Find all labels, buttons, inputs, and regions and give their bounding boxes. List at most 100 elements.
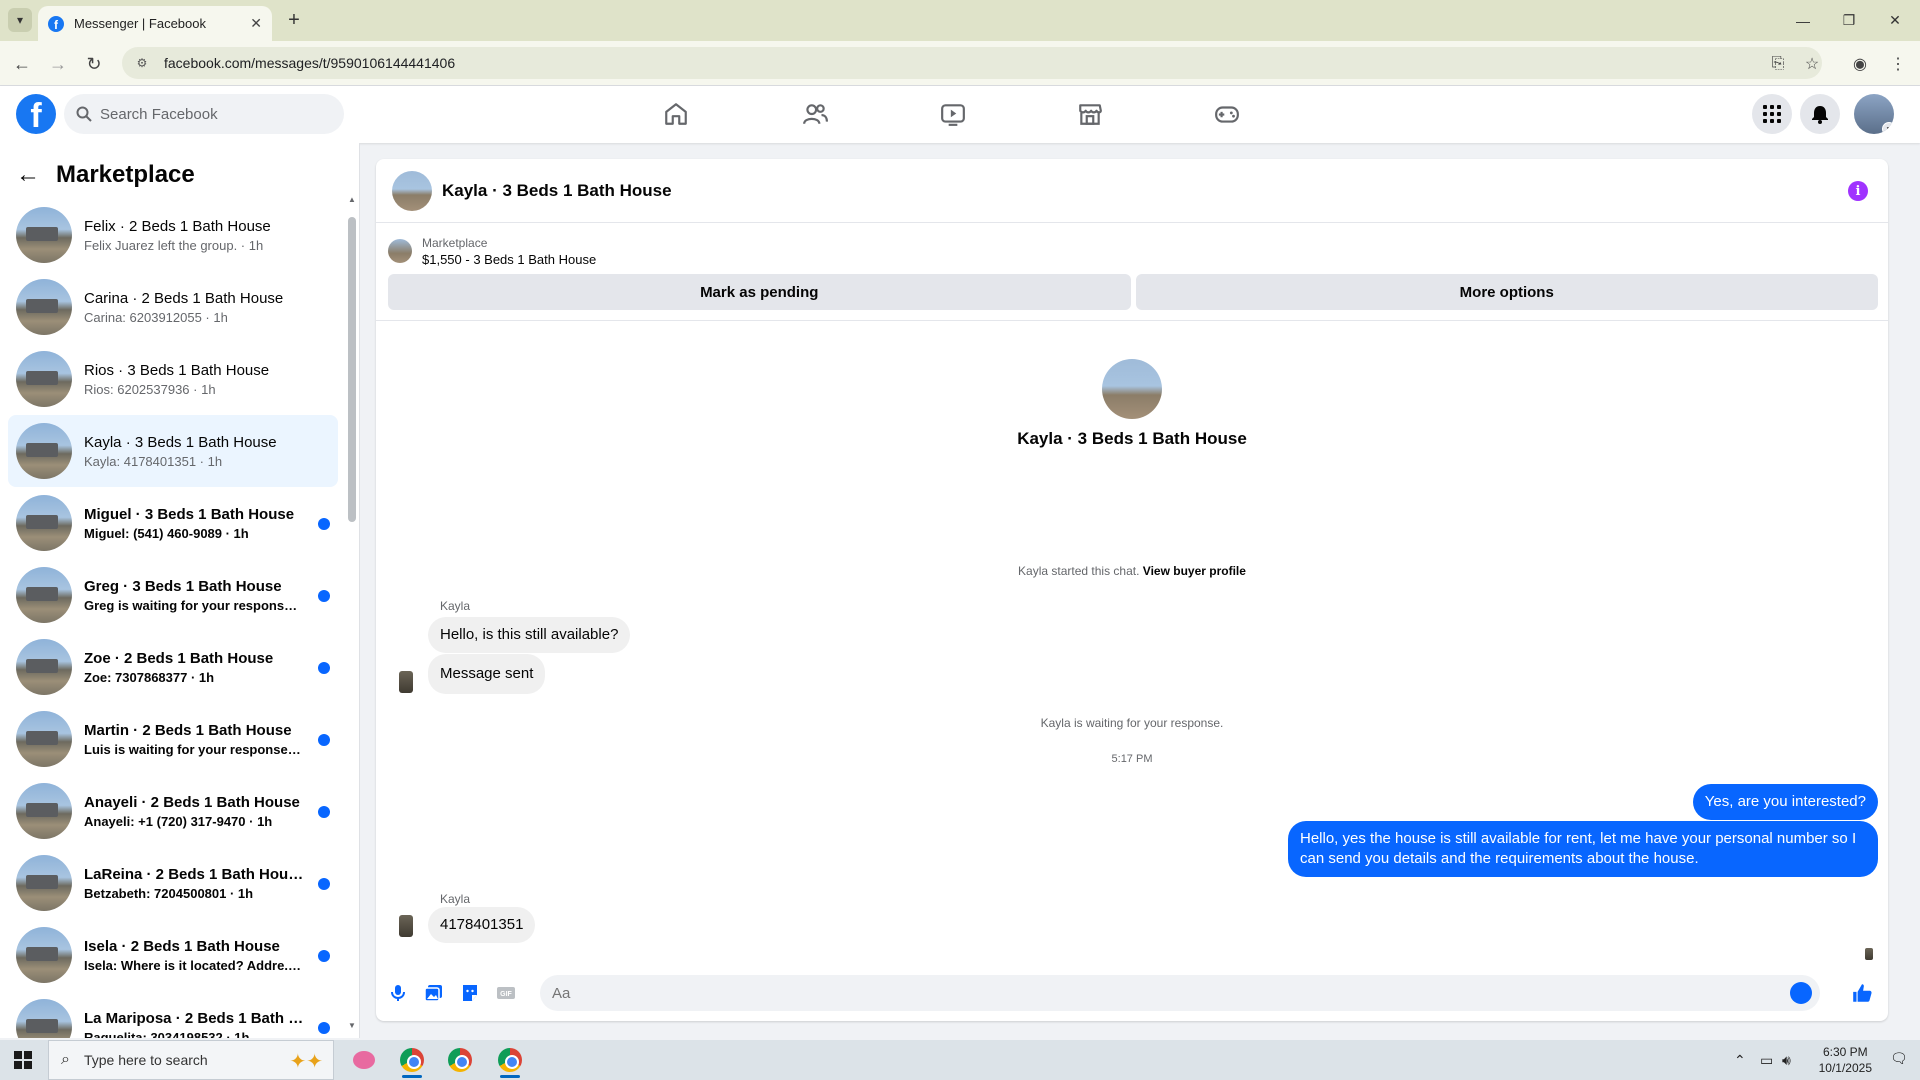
inbox-scrollbar[interactable]: ▲ ▼ xyxy=(348,195,356,1030)
listing-thumbnail-small xyxy=(388,239,412,263)
conversation-item[interactable]: Felix · 2 Beds 1 Bath House Felix Juarez … xyxy=(8,199,338,271)
unread-dot xyxy=(318,518,330,530)
outgoing-message[interactable]: Yes, are you interested? xyxy=(1692,784,1878,820)
conversation-item[interactable]: La Mariposa · 2 Beds 1 Bath H... Raquelit… xyxy=(8,991,338,1038)
conversation-item[interactable]: Miguel · 3 Beds 1 Bath House Miguel: (541… xyxy=(8,487,338,559)
volume-icon[interactable]: 🔊︎ xyxy=(1782,1040,1791,1080)
listing-summary[interactable]: Marketplace $1,550 - 3 Beds 1 Bath House xyxy=(388,231,1878,271)
snipping-tool-icon[interactable] xyxy=(344,1044,384,1076)
incoming-message[interactable]: Message sent xyxy=(428,654,546,694)
photo-icon[interactable] xyxy=(422,981,446,1005)
conversation-title: La Mariposa · 2 Beds 1 Bath H... xyxy=(84,1009,304,1027)
conversation-preview: Miguel: (541) 460-9089 · 1h xyxy=(84,525,249,541)
more-options-button[interactable]: More options xyxy=(1135,274,1878,310)
url-bar[interactable]: ⚙ facebook.com/messages/t/95901061444414… xyxy=(122,47,1822,79)
listing-thumbnail xyxy=(16,855,72,911)
conversation-title: LaReina · 2 Beds 1 Bath House xyxy=(84,865,304,883)
scrollbar-thumb[interactable] xyxy=(348,217,356,522)
sender-avatar[interactable] xyxy=(392,668,420,696)
conversation-item[interactable]: Carina · 2 Beds 1 Bath House Carina: 6203… xyxy=(8,271,338,343)
conversation-item[interactable]: Rios · 3 Beds 1 Bath House Rios: 62025379… xyxy=(8,343,338,415)
scroll-up-arrow-icon[interactable]: ▲ xyxy=(348,195,356,204)
new-tab-button[interactable]: + xyxy=(282,8,306,32)
conversation-item[interactable]: Martin · 2 Beds 1 Bath House Luis is wait… xyxy=(8,703,338,775)
incoming-message[interactable]: 4178401351 xyxy=(428,907,536,943)
unread-dot xyxy=(318,878,330,890)
search-highlight-icon[interactable]: ✦✦ xyxy=(289,1049,323,1074)
search-icon xyxy=(76,106,92,122)
listing-thumbnail xyxy=(16,639,72,695)
conversation-preview: Rios: 6202537936 · 1h xyxy=(84,381,216,397)
message-input[interactable] xyxy=(552,984,1752,1002)
video-nav-icon[interactable] xyxy=(898,94,1008,134)
chrome-taskbar-icon[interactable] xyxy=(392,1044,432,1078)
chat-title[interactable]: Kayla · 3 Beds 1 Bath House xyxy=(442,181,672,201)
conversation-preview: Felix Juarez left the group. · 1h xyxy=(84,237,264,253)
notifications-bell-icon[interactable] xyxy=(1800,94,1840,134)
profile-icon[interactable]: ◉ xyxy=(1846,50,1874,78)
install-app-icon[interactable]: ⎘ xyxy=(1764,50,1792,78)
listing-thumbnail xyxy=(16,207,72,263)
chat-started-notice: Kayla started this chat. View buyer prof… xyxy=(376,564,1888,578)
conversation-item[interactable]: LaReina · 2 Beds 1 Bath House Betzabeth: … xyxy=(8,847,338,919)
chat-listing-thumbnail[interactable] xyxy=(392,170,432,211)
listing-actions: Mark as pending More options xyxy=(388,274,1878,310)
account-avatar[interactable]: ▾ xyxy=(1854,94,1894,134)
incoming-message[interactable]: Hello, is this still available? xyxy=(428,617,631,653)
scroll-down-arrow-icon[interactable]: ▼ xyxy=(348,1021,356,1030)
listing-thumbnail xyxy=(16,351,72,407)
back-arrow-icon[interactable]: ← xyxy=(16,161,40,189)
notification-center-icon[interactable]: 🗨︎ xyxy=(1890,1050,1910,1070)
message-input-wrapper[interactable] xyxy=(540,975,1820,1011)
sticker-icon[interactable] xyxy=(458,981,482,1005)
waiting-notice: Kayla is waiting for your response. xyxy=(1040,716,1224,730)
conversation-item-active[interactable]: Kayla · 3 Beds 1 Bath House Kayla: 417840… xyxy=(8,415,338,487)
mark-as-pending-button[interactable]: Mark as pending xyxy=(388,274,1131,310)
address-bar-row: ← → ↻ ⚙ facebook.com/messages/t/95901061… xyxy=(0,41,1920,86)
browser-tab[interactable]: f Messenger | Facebook ✕ xyxy=(38,6,272,41)
site-info-icon[interactable]: ⚙ xyxy=(134,55,150,71)
minimize-button[interactable]: — xyxy=(1780,0,1826,41)
taskbar-search-placeholder: Type here to search xyxy=(83,1052,208,1068)
search-input[interactable] xyxy=(100,105,320,123)
outgoing-message[interactable]: Hello, yes the house is still available … xyxy=(1288,821,1878,877)
clock-time: 6:30 PM xyxy=(1822,1045,1868,1059)
browser-menu-icon[interactable]: ⋮ xyxy=(1884,50,1912,78)
tab-search-button[interactable]: ▾ xyxy=(8,8,32,32)
forward-button[interactable]: → xyxy=(44,50,72,78)
conversation-title: Martin · 2 Beds 1 Bath House xyxy=(84,721,292,739)
show-hidden-icons-chevron-icon[interactable]: ⌃ xyxy=(1734,1040,1746,1080)
view-buyer-profile-link[interactable]: View buyer profile xyxy=(1143,564,1246,578)
back-button[interactable]: ← xyxy=(8,50,36,78)
gaming-nav-icon[interactable] xyxy=(1172,94,1282,134)
gif-icon[interactable]: GIF xyxy=(494,981,518,1005)
thumbs-up-icon[interactable] xyxy=(1850,981,1874,1005)
chrome-taskbar-icon[interactable] xyxy=(490,1044,530,1078)
home-nav-icon[interactable] xyxy=(621,94,731,134)
bookmark-star-icon[interactable]: ☆ xyxy=(1798,50,1826,78)
friends-nav-icon[interactable] xyxy=(760,94,870,134)
taskbar-search[interactable]: ⌕ Type here to search ✦✦ xyxy=(48,1040,334,1080)
windows-start-icon[interactable] xyxy=(14,1051,32,1069)
menu-grid-icon[interactable] xyxy=(1752,94,1792,134)
conversation-item[interactable]: Greg · 3 Beds 1 Bath House Greg is waitin… xyxy=(8,559,338,631)
system-clock[interactable]: 6:30 PM 10/1/2025 xyxy=(1819,1044,1872,1076)
facebook-search[interactable] xyxy=(64,94,344,134)
restore-button[interactable]: ❐ xyxy=(1826,0,1872,41)
listing-source: Marketplace xyxy=(422,235,488,250)
marketplace-nav-icon[interactable] xyxy=(1035,94,1145,134)
conversation-item[interactable]: Anayeli · 2 Beds 1 Bath House Anayeli: +1… xyxy=(8,775,338,847)
network-icon[interactable]: ▭ xyxy=(1760,1040,1773,1080)
conversation-item[interactable]: Isela · 2 Beds 1 Bath House Isela: Where … xyxy=(8,919,338,991)
microphone-icon[interactable] xyxy=(386,981,410,1005)
facebook-logo-icon[interactable]: f xyxy=(16,94,56,134)
tab-close-icon[interactable]: ✕ xyxy=(250,15,262,32)
sender-avatar[interactable] xyxy=(392,912,420,940)
emoji-icon[interactable] xyxy=(1790,982,1812,1004)
chrome-taskbar-icon[interactable] xyxy=(440,1044,480,1076)
reload-button[interactable]: ↻ xyxy=(80,50,108,78)
close-window-button[interactable]: ✕ xyxy=(1872,0,1918,41)
page-scrollbar[interactable] xyxy=(1906,86,1920,1038)
info-icon[interactable]: i xyxy=(1848,181,1868,201)
conversation-item[interactable]: Zoe · 2 Beds 1 Bath House Zoe: 7307868377… xyxy=(8,631,338,703)
